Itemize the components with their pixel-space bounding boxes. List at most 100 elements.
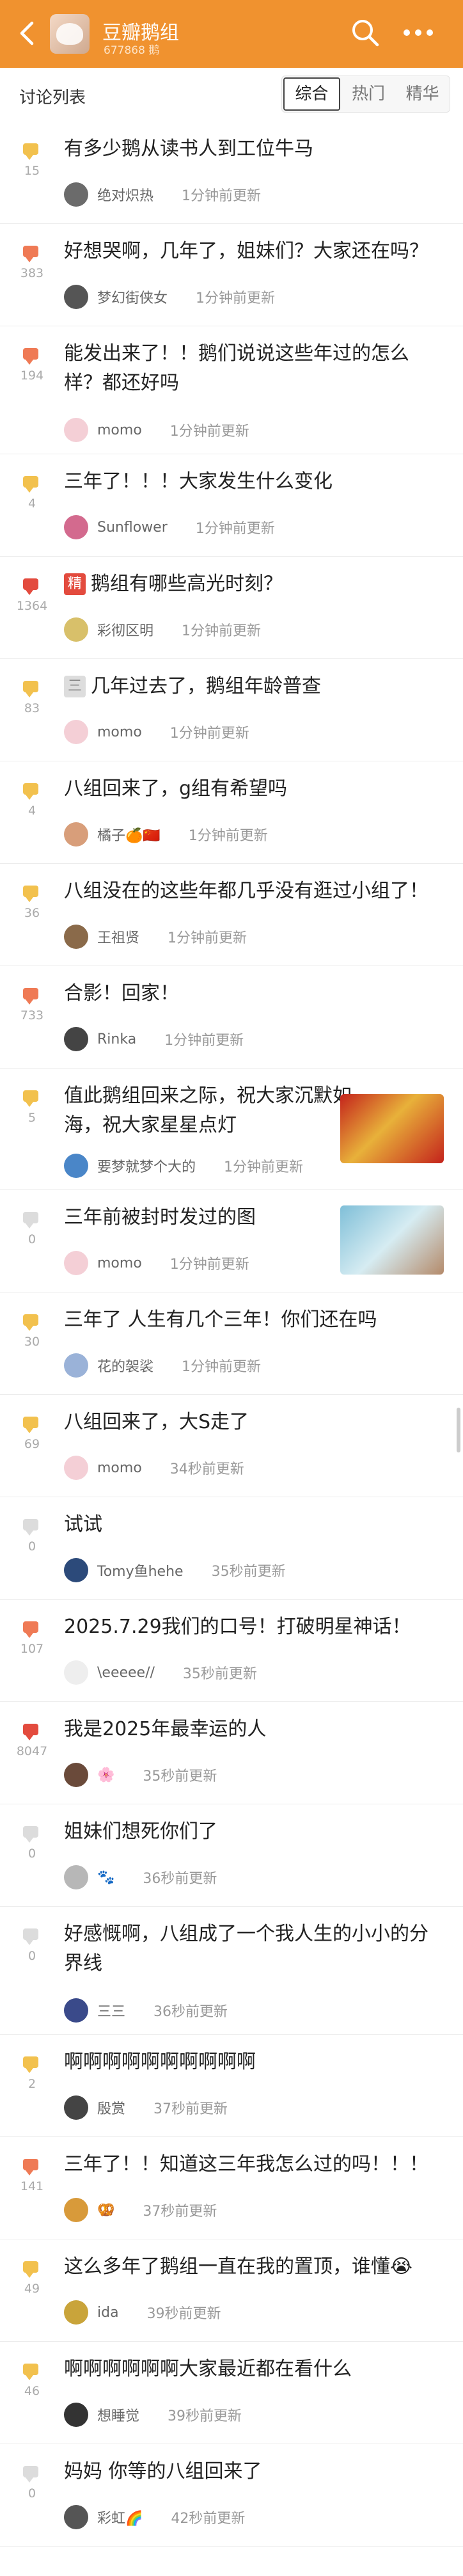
author-name[interactable]: momo [97, 1460, 142, 1476]
author-name[interactable]: 🐾 [97, 1870, 114, 1886]
post-title[interactable]: 三年了！！知道这三年我怎么过的吗！！！ [64, 2150, 437, 2179]
post-title[interactable]: 合影！回家！ [64, 979, 437, 1008]
post-title[interactable]: 八组没在的这些年都几乎没有逛过小组了！ [64, 877, 437, 906]
post-title[interactable]: 试试 [64, 1510, 437, 1539]
post-row[interactable]: 36 八组没在的这些年都几乎没有逛过小组了！ 王祖贤 1分钟前更新 [0, 864, 463, 966]
avatar[interactable] [64, 720, 88, 744]
post-row[interactable]: 2 啊啊啊啊啊啊啊啊啊啊 殷赏 37秒前更新 [0, 2035, 463, 2137]
post-title[interactable]: 三年了 人生有几个三年！你们还在吗 [64, 1305, 437, 1335]
avatar[interactable] [64, 925, 88, 949]
author-name[interactable]: momo [97, 724, 142, 740]
post-title[interactable]: 精鹅组有哪些高光时刻？ [64, 569, 437, 599]
post-title[interactable]: 值此鹅组回来之际，祝大家沉默如海，祝大家星星点灯 [64, 1081, 354, 1140]
avatar[interactable] [64, 1660, 88, 1685]
avatar[interactable] [64, 822, 88, 847]
author-name[interactable]: 🥨 [97, 2202, 114, 2218]
post-title[interactable]: 三几年过去了，鹅组年龄普查 [64, 672, 437, 701]
post-title[interactable]: 好想哭啊，几年了，姐妹们？大家还在吗？ [64, 237, 437, 266]
avatar[interactable] [64, 1763, 88, 1787]
avatar[interactable] [64, 1027, 88, 1051]
author-name[interactable]: 殷赏 [97, 2097, 125, 2118]
author-name[interactable]: 🌸 [97, 1767, 114, 1783]
more-options-icon[interactable] [402, 22, 435, 44]
avatar[interactable] [64, 418, 88, 442]
author-name[interactable]: 三三 [97, 2000, 125, 2021]
anime-picture[interactable] [340, 1205, 444, 1275]
avatar[interactable] [64, 1558, 88, 1582]
post-row[interactable]: 0 好感慨啊，八组成了一个我人生的小小的分界线 三三 36秒前更新 [0, 1907, 463, 2035]
festive-picture[interactable] [340, 1094, 444, 1163]
group-logo[interactable] [50, 14, 90, 54]
post-title[interactable]: 八组回来了，大S走了 [64, 1408, 437, 1437]
post-title[interactable]: 八组回来了，g组有希望吗 [64, 774, 437, 804]
author-name[interactable]: momo [97, 422, 142, 438]
post-row[interactable]: 83 三几年过去了，鹅组年龄普查 momo 1分钟前更新 [0, 659, 463, 761]
post-row[interactable]: 141 三年了！！知道这三年我怎么过的吗！！！ 🥨 37秒前更新 [0, 2137, 463, 2239]
author-name[interactable]: Tomy鱼hehe [97, 1560, 184, 1580]
author-name[interactable]: 花的袈裟 [97, 1355, 153, 1376]
author-name[interactable]: ida [97, 2305, 119, 2321]
tab-featured[interactable]: 精华 [395, 76, 450, 112]
post-title[interactable]: 妈妈 你等的八组回来了 [64, 2457, 437, 2486]
post-row[interactable]: 4 三年了！！！大家发生什么变化 Sunflower 1分钟前更新 [0, 454, 463, 557]
tab-hot[interactable]: 热门 [341, 76, 396, 112]
author-name[interactable]: Rinka [97, 1031, 136, 1047]
post-row[interactable]: 46 啊啊啊啊啊啊大家最近都在看什么 想睡觉 39秒前更新 [0, 2342, 463, 2444]
post-row[interactable]: 30 三年了 人生有几个三年！你们还在吗 花的袈裟 1分钟前更新 [0, 1292, 463, 1395]
author-name[interactable]: 绝对炽热 [97, 184, 153, 205]
author-name[interactable]: momo [97, 1255, 142, 1271]
post-row[interactable]: 0 妈妈 你等的八组回来了 彩虹🌈 42秒前更新 [0, 2444, 463, 2547]
post-row[interactable]: 383 好想哭啊，几年了，姐妹们？大家还在吗？ 梦幻街侠女 1分钟前更新 [0, 224, 463, 326]
post-row[interactable]: 0 试试 Tomy鱼hehe 35秒前更新 [0, 1497, 463, 1600]
avatar[interactable] [64, 182, 88, 207]
author-name[interactable]: 梦幻街侠女 [97, 287, 168, 307]
avatar[interactable] [64, 2198, 88, 2222]
post-title[interactable]: 我是2025年最幸运的人 [64, 1715, 437, 1744]
post-row[interactable]: 733 合影！回家！ Rinka 1分钟前更新 [0, 966, 463, 1069]
avatar[interactable] [64, 1865, 88, 1889]
post-row[interactable]: 1364 精鹅组有哪些高光时刻？ 彩彻区明 1分钟前更新 [0, 557, 463, 659]
post-title[interactable]: 啊啊啊啊啊啊大家最近都在看什么 [64, 2355, 437, 2384]
post-title[interactable]: 好感慨啊，八组成了一个我人生的小小的分界线 [64, 1920, 437, 1978]
author-name[interactable]: 彩虹🌈 [97, 2507, 143, 2527]
scrollbar[interactable] [457, 1408, 460, 1452]
tab-comprehensive[interactable]: 综合 [283, 77, 340, 111]
post-row[interactable]: 49 这么多年了鹅组一直在我的置顶，谁懂😭 ida 39秒前更新 [0, 2239, 463, 2342]
avatar[interactable] [64, 285, 88, 309]
author-name[interactable]: 想睡觉 [97, 2405, 139, 2425]
avatar[interactable] [64, 2403, 88, 2427]
post-title[interactable]: 这么多年了鹅组一直在我的置顶，谁懂😭 [64, 2252, 437, 2282]
post-row[interactable]: 8047 我是2025年最幸运的人 🌸 35秒前更新 [0, 1702, 463, 1804]
post-title[interactable]: 三年了！！！大家发生什么变化 [64, 467, 437, 497]
post-title[interactable]: 2025.7.29我们的口号！打破明星神话！ [64, 1612, 437, 1642]
avatar[interactable] [64, 2300, 88, 2325]
avatar[interactable] [64, 617, 88, 642]
avatar[interactable] [64, 1456, 88, 1480]
post-row[interactable]: 4 八组回来了，g组有希望吗 橘子🍊🇨🇳 1分钟前更新 [0, 761, 463, 864]
avatar[interactable] [64, 2095, 88, 2120]
post-row[interactable]: 69 八组回来了，大S走了 momo 34秒前更新 [0, 1395, 463, 1497]
author-name[interactable]: Sunflower [97, 520, 168, 536]
back-arrow-icon[interactable] [14, 19, 42, 47]
post-title[interactable]: 三年前被封时发过的图 [64, 1203, 354, 1232]
post-row[interactable]: 194 能发出来了！！鹅们说说这些年过的怎么样？都还好吗 momo 1分钟前更新 [0, 326, 463, 454]
search-icon[interactable] [350, 18, 380, 47]
avatar[interactable] [64, 1154, 88, 1178]
post-row[interactable]: 107 2025.7.29我们的口号！打破明星神话！ \eeeee// 35秒前更新 [0, 1600, 463, 1702]
post-row[interactable]: 0 姐妹们想死你们了 🐾 36秒前更新 [0, 1804, 463, 1907]
post-title[interactable]: 能发出来了！！鹅们说说这些年过的怎么样？都还好吗 [64, 339, 437, 398]
author-name[interactable]: \eeeee// [97, 1665, 155, 1681]
author-name[interactable]: 王祖贤 [97, 926, 139, 947]
post-title[interactable]: 姐妹们想死你们了 [64, 1817, 437, 1847]
author-name[interactable]: 要梦就梦个大的 [97, 1156, 196, 1176]
post-row[interactable]: 5 值此鹅组回来之际，祝大家沉默如海，祝大家星星点灯 要梦就梦个大的 1分钟前更新 [0, 1069, 463, 1190]
post-row[interactable]: 0 三年前被封时发过的图 momo 1分钟前更新 [0, 1190, 463, 1292]
post-row[interactable]: 15 有多少鹅从读书人到工位牛马 绝对炽热 1分钟前更新 [0, 122, 463, 224]
avatar[interactable] [64, 1353, 88, 1378]
avatar[interactable] [64, 2505, 88, 2529]
avatar[interactable] [64, 515, 88, 539]
post-title[interactable]: 有多少鹅从读书人到工位牛马 [64, 134, 437, 164]
author-name[interactable]: 彩彻区明 [97, 619, 153, 640]
author-name[interactable]: 橘子🍊🇨🇳 [97, 824, 161, 845]
avatar[interactable] [64, 1251, 88, 1275]
